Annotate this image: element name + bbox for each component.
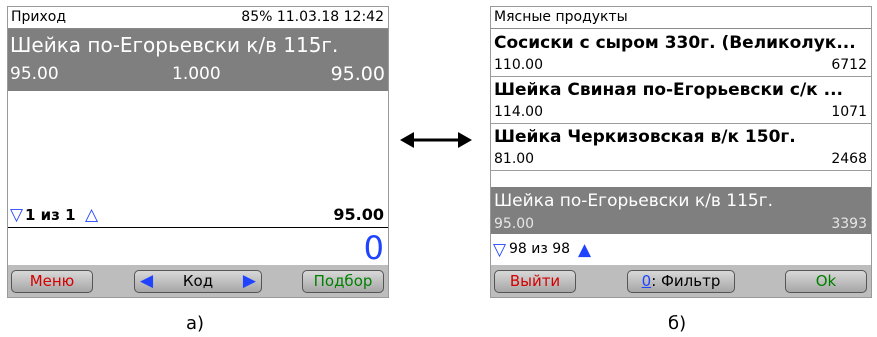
button-bar: Меню ◀ Код ▶ Подбор bbox=[8, 265, 388, 297]
screen-b-product-list: Мясные продукты Сосиски с сыром 330г. (В… bbox=[490, 6, 872, 298]
arrow-left-icon[interactable]: ◀ bbox=[140, 271, 153, 292]
document-title: Приход bbox=[11, 9, 67, 25]
list-item-price: 81.00 bbox=[494, 151, 535, 167]
pager-row: ▽ 98 из 98 ▲ bbox=[491, 240, 871, 261]
code-button-label: Код bbox=[182, 272, 214, 290]
arrow-right-icon[interactable]: ▶ bbox=[243, 271, 256, 292]
list-item-selected[interactable]: Шейка по-Егорьевски к/в 115г. 95.00 3393 bbox=[491, 187, 871, 234]
list-item-name: Шейка по-Егорьевски к/в 115г. bbox=[494, 191, 774, 211]
big-total: 0 bbox=[363, 229, 384, 267]
list-item-name: Сосиски с сыром 330г. (Великолук... bbox=[494, 33, 856, 53]
item-sum: 95.00 bbox=[330, 63, 385, 85]
page-up-icon[interactable]: △ bbox=[85, 205, 98, 225]
item-qty: 1.000 bbox=[172, 64, 221, 84]
list-item-price: 114.00 bbox=[494, 104, 543, 120]
item-price: 95.00 bbox=[10, 64, 59, 84]
page-down-icon[interactable]: ▽ bbox=[493, 240, 506, 260]
list-item-qty: 2468 bbox=[831, 151, 867, 167]
pager-text: 98 из 98 bbox=[509, 241, 571, 257]
pager-text: 1 из 1 bbox=[25, 206, 76, 224]
list-item-name: Шейка Свиная по-Егорьевски с/к ... bbox=[494, 80, 843, 100]
list-item-price: 95.00 bbox=[494, 216, 535, 232]
header-bar: Приход 85% 11.03.18 12:42 bbox=[8, 7, 388, 29]
ok-button[interactable]: Ok bbox=[785, 270, 867, 293]
status-info: 85% 11.03.18 12:42 bbox=[241, 9, 384, 25]
pager-row: ▽ 1 из 1 △ 95.00 bbox=[8, 205, 388, 227]
list-item-name: Шейка Черкизовская в/к 150г. bbox=[494, 127, 796, 147]
document-total: 95.00 bbox=[333, 205, 384, 224]
list-item[interactable]: Шейка Свиная по-Егорьевски с/к ... 114.0… bbox=[491, 77, 871, 123]
swap-arrow-icon bbox=[400, 128, 472, 152]
button-bar: Выйти 0: Фильтр Ok bbox=[491, 265, 871, 297]
page-up-icon[interactable]: ▲ bbox=[578, 240, 591, 260]
item-name: Шейка по-Егорьевски к/в 115г. bbox=[10, 33, 339, 57]
list-item-price: 110.00 bbox=[494, 57, 543, 73]
group-title: Мясные продукты bbox=[494, 9, 628, 25]
header-bar: Мясные продукты bbox=[491, 7, 871, 29]
exit-button[interactable]: Выйти bbox=[494, 270, 576, 293]
pick-button[interactable]: Подбор bbox=[302, 270, 384, 293]
list-item-qty: 1071 bbox=[831, 104, 867, 120]
caption-a: а) bbox=[186, 313, 205, 334]
list-item-qty: 3393 bbox=[831, 216, 867, 232]
filter-hotkey: 0 bbox=[641, 272, 652, 290]
total-divider bbox=[8, 227, 388, 228]
list-item[interactable]: Сосиски с сыром 330г. (Великолук... 110.… bbox=[491, 30, 871, 76]
list-item-qty: 6712 bbox=[831, 57, 867, 73]
filter-label: : Фильтр bbox=[651, 272, 721, 290]
caption-b: б) bbox=[668, 313, 687, 334]
list-item[interactable]: Шейка Черкизовская в/к 150г. 81.00 2468 bbox=[491, 124, 871, 170]
list-divider bbox=[491, 170, 871, 171]
code-button[interactable]: ◀ Код ▶ bbox=[134, 270, 262, 293]
filter-button[interactable]: 0: Фильтр bbox=[627, 270, 735, 293]
page-down-icon[interactable]: ▽ bbox=[10, 205, 23, 225]
menu-button[interactable]: Меню bbox=[11, 270, 93, 293]
screen-a-document: Приход 85% 11.03.18 12:42 Шейка по-Егорь… bbox=[7, 6, 389, 298]
selected-item-row[interactable]: Шейка по-Егорьевски к/в 115г. 95.00 1.00… bbox=[8, 29, 388, 91]
